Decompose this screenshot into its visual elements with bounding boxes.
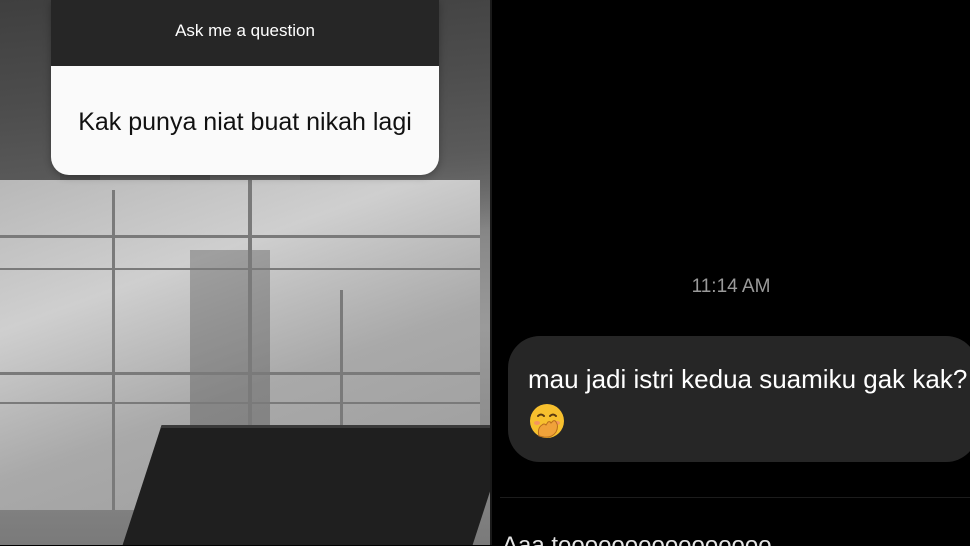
message-text: mau jadi istri kedua suamiku gak kak? (528, 364, 968, 394)
message-timestamp: 11:14 AM (691, 276, 771, 297)
window-frame (0, 372, 480, 375)
dark-object (118, 425, 490, 545)
question-sticker[interactable]: Ask me a question Kak punya niat buat ni… (51, 0, 439, 175)
window-frame (112, 190, 115, 510)
question-sticker-text: Kak punya niat buat nikah lagi (51, 66, 439, 175)
message-bubble[interactable]: mau jadi istri kedua suamiku gak kak? (508, 336, 970, 462)
separator (500, 497, 970, 498)
hand-over-mouth-emoji-icon (530, 404, 564, 438)
window-frame (0, 235, 480, 238)
window-frame (0, 402, 480, 404)
cut-off-text: Aaa toooooooooooooooo (502, 534, 970, 546)
chat-panel: 11:14 AM mau jadi istri kedua suamiku ga… (492, 0, 970, 546)
story-photo-panel: Ask me a question Kak punya niat buat ni… (0, 0, 490, 545)
question-sticker-header: Ask me a question (51, 0, 439, 66)
window-frame (0, 268, 480, 270)
